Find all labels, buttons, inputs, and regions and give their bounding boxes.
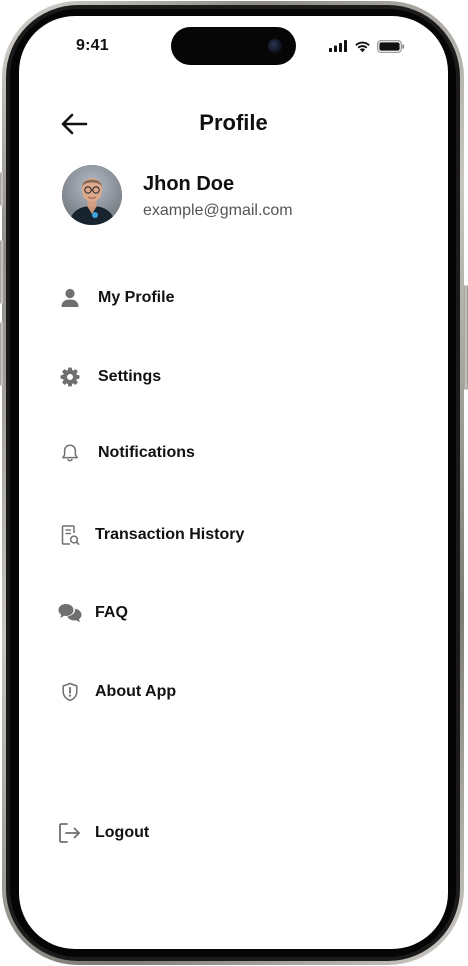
receipt-search-icon	[55, 520, 85, 550]
menu-label: Transaction History	[95, 526, 245, 543]
menu-item-my-profile[interactable]: My Profile	[55, 280, 415, 316]
bell-icon	[55, 438, 85, 468]
signal-icon	[329, 40, 347, 52]
logout-button[interactable]: Logout	[55, 815, 415, 851]
chat-bubbles-icon	[55, 598, 85, 628]
menu-label: Notifications	[98, 444, 195, 461]
front-camera	[268, 39, 282, 53]
device-mockup: 9:41 Profile Jhon Doe example@gmail.com …	[0, 0, 468, 966]
logout-icon	[55, 818, 85, 848]
screen: 9:41 Profile Jhon Doe example@gmail.com …	[19, 16, 448, 949]
status-icons	[329, 39, 405, 53]
volume-up-button	[0, 240, 4, 304]
wifi-icon	[355, 41, 370, 52]
menu-item-settings[interactable]: Settings	[55, 359, 415, 395]
menu-label: My Profile	[98, 289, 175, 306]
dynamic-island	[171, 27, 296, 65]
volume-down-button	[0, 322, 4, 386]
menu-item-notifications[interactable]: Notifications	[55, 435, 415, 471]
battery-icon	[377, 39, 405, 53]
avatar[interactable]	[62, 165, 122, 225]
user-name: Jhon Doe	[143, 173, 235, 195]
menu-item-about-app[interactable]: About App	[55, 674, 415, 710]
status-time: 9:41	[76, 37, 109, 54]
power-button	[464, 285, 468, 390]
menu-item-transaction-history[interactable]: Transaction History	[55, 517, 415, 553]
page-title: Profile	[199, 110, 268, 135]
logout-label: Logout	[95, 824, 150, 841]
menu-item-faq[interactable]: FAQ	[55, 595, 415, 631]
shield-alert-icon	[55, 677, 85, 707]
user-email: example@gmail.com	[143, 202, 293, 219]
gear-icon	[55, 362, 85, 392]
person-icon	[55, 283, 85, 313]
menu-label: About App	[95, 683, 177, 700]
action-button	[0, 172, 4, 206]
menu-label: FAQ	[95, 604, 128, 621]
avatar-image	[62, 165, 122, 225]
menu-label: Settings	[98, 368, 162, 385]
